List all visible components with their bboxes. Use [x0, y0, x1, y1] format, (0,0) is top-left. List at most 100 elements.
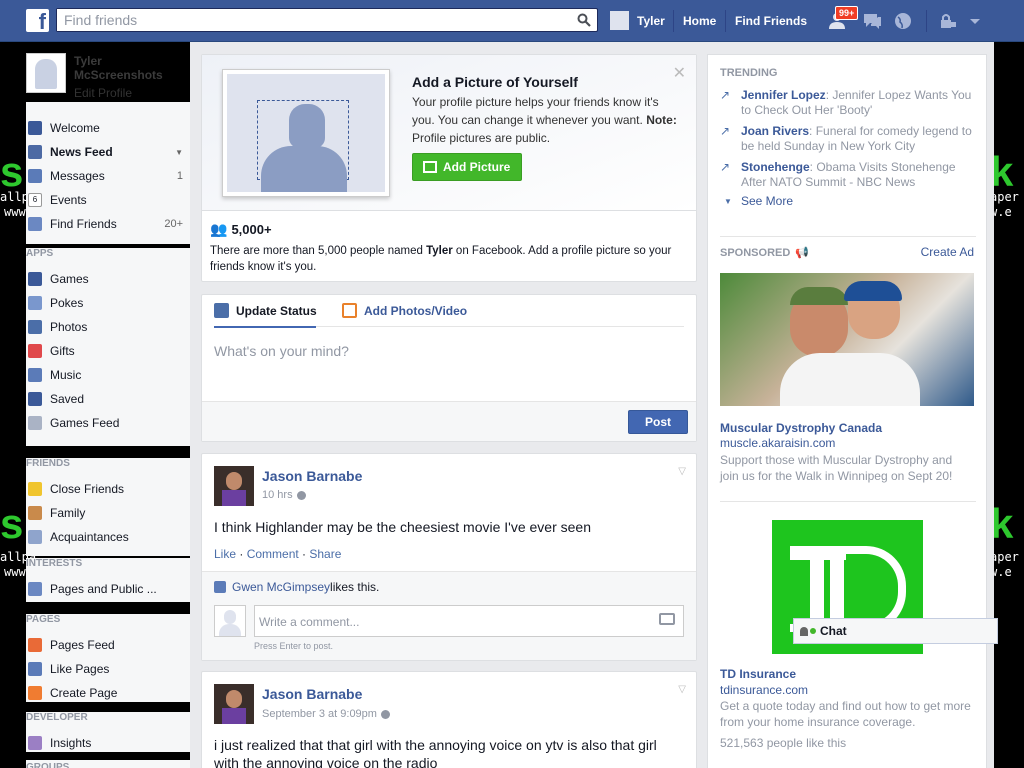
chevron-down-icon[interactable]: ▽	[678, 466, 686, 477]
trending-item[interactable]: ↗ Jennifer Lopez: Jennifer Lopez Wants Y…	[720, 88, 975, 118]
search-input[interactable]	[57, 9, 557, 31]
note-label: Note:	[646, 113, 677, 127]
create-ad-link[interactable]: Create Ad	[921, 245, 974, 259]
profile-link[interactable]: Tyler	[610, 11, 665, 30]
tab-update-status[interactable]: Update Status	[214, 303, 317, 318]
home-link[interactable]: Home	[683, 14, 716, 28]
divider	[725, 10, 726, 32]
photos-icon	[28, 320, 42, 334]
edit-profile-link[interactable]: Edit Profile	[74, 86, 132, 100]
share-link[interactable]: Share	[309, 547, 341, 561]
sponsored-header: SPONSORED 📢	[720, 246, 809, 260]
trending-item[interactable]: ↗ Joan Rivers: Funeral for comedy legend…	[720, 124, 975, 154]
thumbs-up-icon	[28, 662, 42, 676]
ad-url[interactable]: muscle.akaraisin.com	[720, 436, 835, 450]
left-sidebar: Tyler McScreenshots Edit Profile Welcome…	[26, 50, 190, 768]
sidebar-item-acquaintances[interactable]: Acquaintances	[26, 525, 190, 549]
plus-icon	[28, 686, 42, 700]
section-header-developer: DEVELOPER	[26, 712, 88, 723]
tab-label: Add Photos/Video	[364, 303, 468, 318]
sidebar-item-create-page[interactable]: Create Page	[26, 681, 190, 705]
sidebar-item-pages-feed[interactable]: Pages Feed	[26, 633, 190, 657]
ad-image-muscular-dystrophy[interactable]	[720, 273, 974, 406]
avatar[interactable]	[214, 684, 254, 724]
comment-link[interactable]: Comment	[247, 547, 299, 561]
post-author[interactable]: Jason Barnabe	[262, 686, 362, 702]
liker-name[interactable]: Gwen McGimpsey	[232, 580, 330, 594]
post-text: i just realized that that girl with the …	[214, 737, 657, 768]
section-header-friends: FRIENDS	[26, 458, 70, 469]
avatar	[610, 11, 629, 30]
sidebar-item-pages-public[interactable]: Pages and Public ...	[26, 577, 190, 601]
post-actions: Like · Comment · Share	[214, 547, 342, 561]
sidebar-item-family[interactable]: Family	[26, 501, 190, 525]
chevron-down-icon[interactable]	[964, 11, 986, 31]
facebook-logo[interactable]: f	[26, 9, 49, 32]
tab-label: Update Status	[236, 303, 317, 318]
notifications-globe-icon[interactable]	[892, 11, 914, 31]
trending-topic[interactable]: Joan Rivers	[741, 124, 809, 138]
active-tab-indicator	[214, 326, 316, 328]
name-count-text: There are more than 5,000 people named T…	[210, 243, 680, 275]
trending-arrow-icon: ↗	[720, 124, 731, 138]
sidebar-item-label: Family	[50, 506, 86, 520]
sidebar-item-welcome[interactable]: Welcome	[26, 116, 190, 140]
ad-title[interactable]: TD Insurance	[720, 667, 796, 681]
ad-url[interactable]: tdinsurance.com	[720, 683, 808, 697]
press-enter-hint: Press Enter to post.	[254, 641, 334, 651]
profile-photo-frame[interactable]	[222, 69, 390, 197]
rss-icon	[28, 582, 42, 596]
sidebar-item-saved[interactable]: Saved	[26, 387, 190, 411]
messages-icon[interactable]	[861, 11, 883, 31]
trending-topic[interactable]: Jennifer Lopez	[741, 88, 826, 102]
sidebar-item-insights[interactable]: Insights	[26, 731, 190, 755]
profile-picture-placeholder[interactable]	[26, 53, 66, 93]
search-icon[interactable]	[577, 13, 591, 27]
pages-feed-icon	[28, 638, 42, 652]
like-link[interactable]: Like	[214, 547, 236, 561]
sidebar-item-games[interactable]: Games	[26, 267, 190, 291]
trending-item[interactable]: ↗ Stonehenge: Obama Visits Stonehenge Af…	[720, 160, 975, 190]
post-timestamp[interactable]: September 3 at 9:09pm	[262, 708, 390, 720]
sidebar-item-music[interactable]: Music	[26, 363, 190, 387]
chat-status-icon	[800, 626, 808, 636]
add-picture-button[interactable]: Add Picture	[412, 153, 522, 181]
sidebar-item-games-feed[interactable]: Games Feed	[26, 411, 190, 435]
sidebar-profile[interactable]: Tyler McScreenshots Edit Profile	[26, 50, 190, 102]
sidebar-item-label: Insights	[50, 736, 92, 750]
thumbs-up-icon	[214, 581, 226, 593]
sidebar-item-photos[interactable]: Photos	[26, 315, 190, 339]
ad-title[interactable]: Muscular Dystrophy Canada	[720, 421, 882, 435]
comment-input[interactable]: Write a comment...	[254, 605, 684, 637]
chevron-down-icon[interactable]: ▼	[175, 148, 183, 157]
status-input[interactable]: What's on your mind?	[214, 343, 684, 393]
sidebar-item-find-friends[interactable]: Find Friends 20+	[26, 212, 190, 236]
sidebar-item-messages[interactable]: Messages 1	[26, 164, 190, 188]
post-author[interactable]: Jason Barnabe	[262, 468, 362, 484]
sidebar-item-pokes[interactable]: Pokes	[26, 291, 190, 315]
sidebar-item-events[interactable]: 6 Events	[26, 188, 190, 212]
tab-add-photos[interactable]: Add Photos/Video	[342, 303, 467, 318]
sidebar-item-like-pages[interactable]: Like Pages	[26, 657, 190, 681]
ad-likes: 521,563 people like this	[720, 736, 847, 750]
see-more-link[interactable]: ▼ See More	[720, 194, 975, 209]
avatar[interactable]	[214, 466, 254, 506]
notification-badge: 99+	[835, 6, 859, 20]
sidebar-item-close-friends[interactable]: Close Friends	[26, 477, 190, 501]
chevron-down-icon[interactable]: ▽	[678, 684, 686, 695]
close-icon[interactable]: ✕	[673, 63, 686, 83]
post-timestamp[interactable]: 10 hrs	[262, 489, 306, 501]
chat-tab[interactable]: Chat	[793, 618, 998, 644]
sidebar-item-gifts[interactable]: Gifts	[26, 339, 190, 363]
camera-icon[interactable]	[659, 613, 675, 625]
developer-section: DEVELOPER Insights	[26, 712, 190, 752]
people-text: There are more than 5,000 people named	[210, 245, 427, 257]
post-button[interactable]: Post	[628, 410, 688, 434]
find-friends-link[interactable]: Find Friends	[735, 14, 807, 28]
favorites-section: Welcome News Feed ▼ Messages 1 6 Events Fin…	[26, 102, 190, 244]
sidebar-item-news-feed[interactable]: News Feed ▼	[26, 140, 190, 164]
profile-name[interactable]: Tyler McScreenshots	[74, 54, 190, 82]
trending-topic[interactable]: Stonehenge	[741, 160, 810, 174]
trending-arrow-icon: ↗	[720, 160, 731, 174]
privacy-lock-icon[interactable]	[937, 11, 959, 31]
